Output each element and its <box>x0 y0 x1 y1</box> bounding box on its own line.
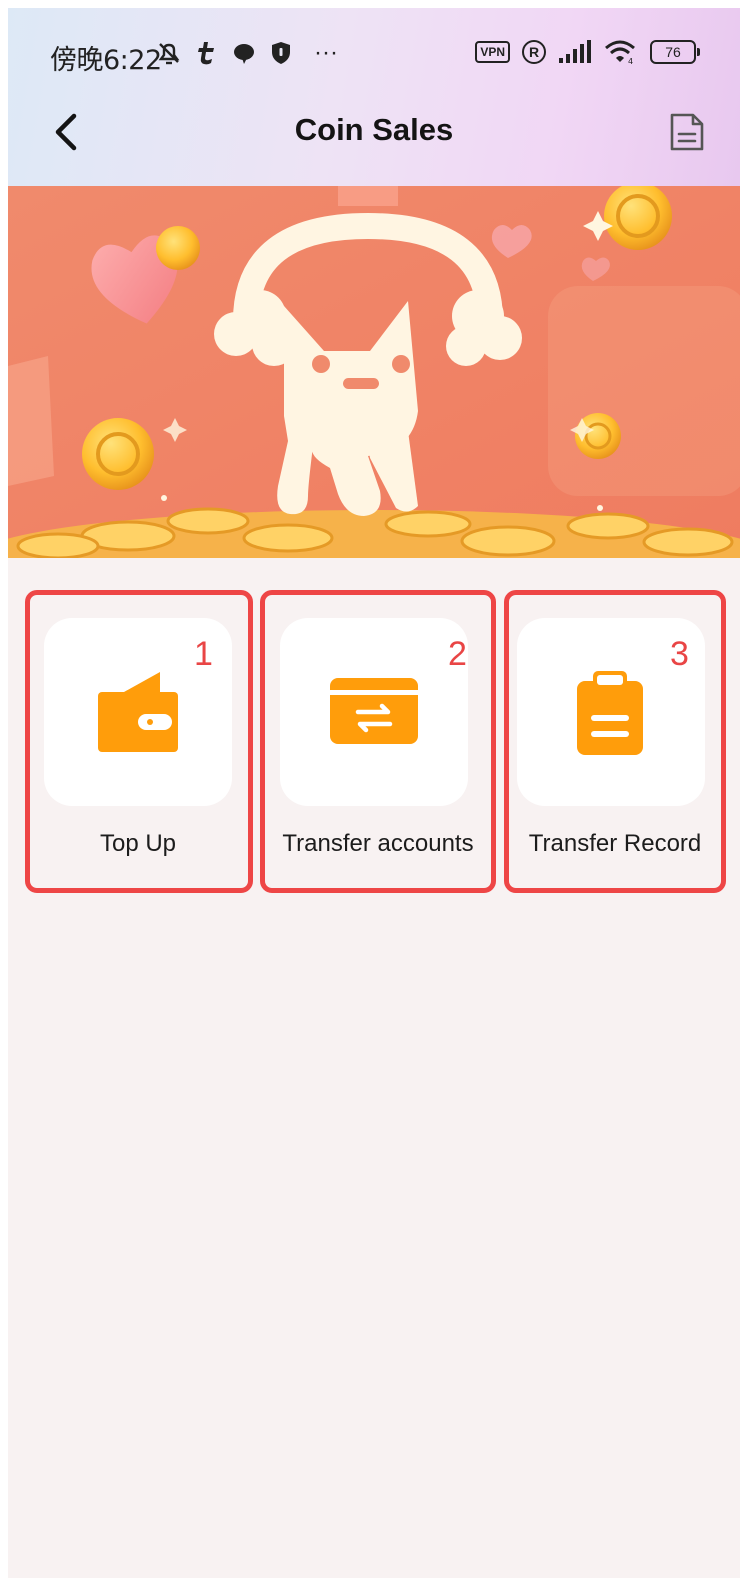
page-title: Coin Sales <box>294 112 454 147</box>
clipboard-icon <box>577 671 643 755</box>
status-bar: 傍晚6:22 ··· VPN R 4 76 <box>8 8 740 88</box>
chevron-left-icon <box>55 113 77 151</box>
transfer-accounts-label[interactable]: Transfer accounts <box>260 830 496 858</box>
app-t-icon <box>198 42 214 65</box>
transfer-card-icon <box>330 678 418 744</box>
annotation-number-1: 1 <box>194 635 213 673</box>
system-icons: VPN R 4 76 <box>475 36 700 68</box>
banner-illustration <box>8 186 740 558</box>
header: 傍晚6:22 ··· VPN R 4 76 Coin Sales <box>8 8 740 186</box>
wifi-icon: 4 <box>605 40 635 65</box>
registered-icon: R <box>522 40 546 64</box>
svg-text:4: 4 <box>628 57 633 65</box>
more-notifications-icon: ··· <box>314 39 338 66</box>
back-button[interactable] <box>42 108 90 156</box>
transfer-record-label[interactable]: Transfer Record <box>504 830 726 858</box>
record-list-button[interactable] <box>664 108 710 156</box>
annotation-number-3: 3 <box>670 635 689 673</box>
top-up-label[interactable]: Top Up <box>44 830 232 858</box>
document-icon <box>670 113 704 151</box>
app-screen: 傍晚6:22 ··· VPN R 4 76 Coin Sales Top Up … <box>8 8 740 1578</box>
vpn-icon: VPN <box>475 41 510 63</box>
battery-icon: 76 <box>650 40 700 64</box>
promo-banner <box>8 186 740 558</box>
notification-icons: ··· <box>156 38 338 68</box>
status-time: 傍晚6:22 <box>50 45 162 76</box>
transfer-accounts-tile[interactable] <box>280 618 468 806</box>
bell-off-icon <box>158 43 180 65</box>
chat-bubble-icon <box>234 44 254 64</box>
wallet-icon <box>98 672 178 752</box>
annotation-number-2: 2 <box>448 635 467 673</box>
signal-icon <box>559 40 591 63</box>
nav-bar: Coin Sales <box>8 88 740 186</box>
shield-icon <box>272 42 290 64</box>
